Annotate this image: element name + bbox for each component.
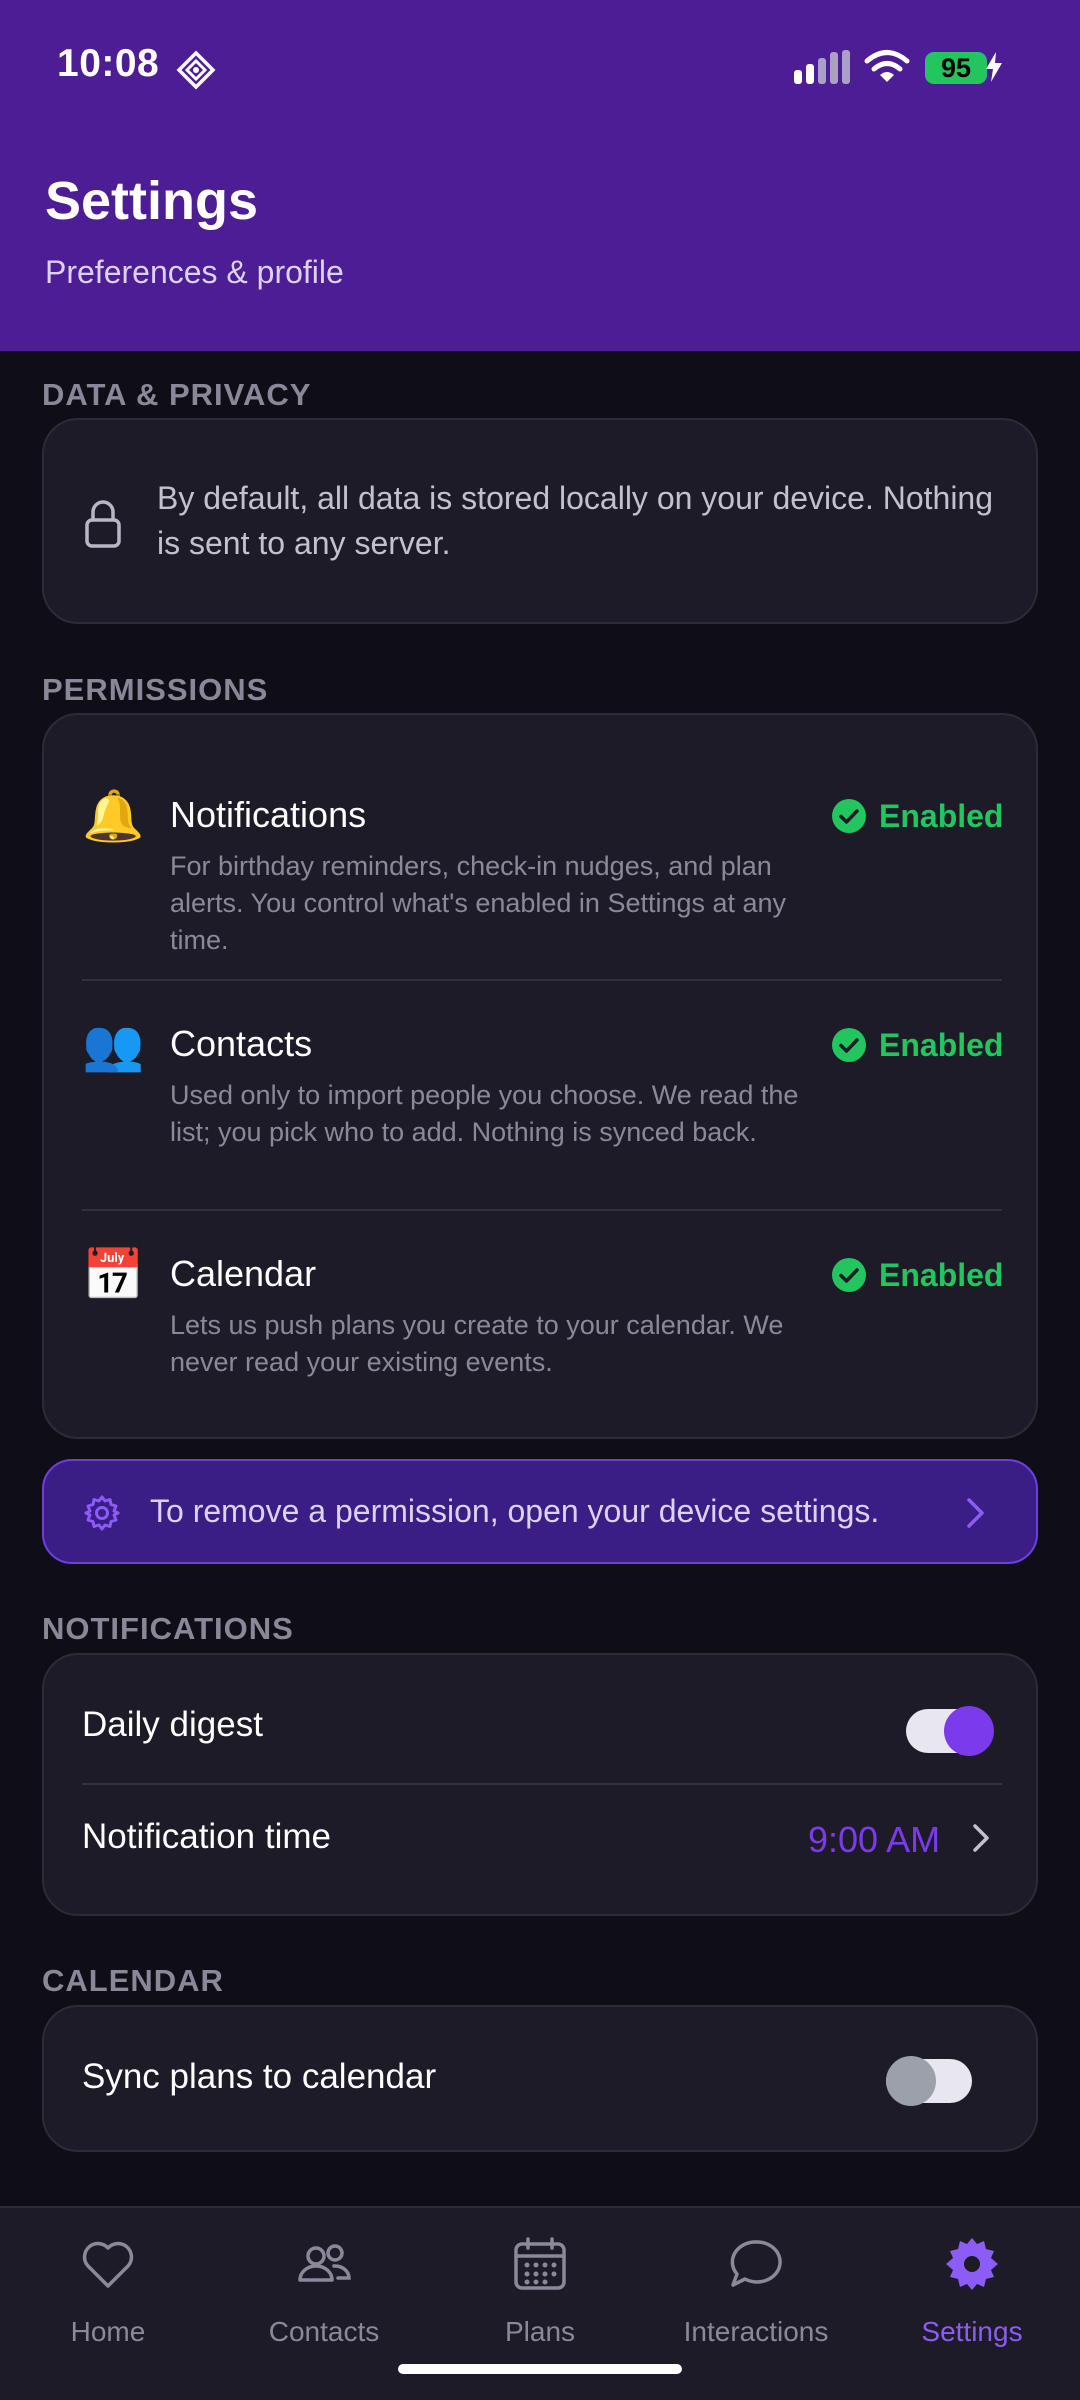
section-label-notifications: NOTIFICATIONS: [42, 1611, 294, 1646]
section-label-calendar: CALENDAR: [42, 1963, 224, 1998]
privacy-text: By default, all data is stored locally o…: [157, 480, 994, 561]
app-status-icon: [176, 50, 216, 90]
check-circle-icon: [832, 1258, 866, 1292]
check-circle-icon: [832, 799, 866, 833]
tab-label: Interactions: [683, 2316, 829, 2347]
permissions-card: 🔔 Notifications For birthday reminders, …: [42, 713, 1038, 1439]
header: 10:08 95 Settings Preferences & profile: [0, 0, 1080, 351]
tab-label: Contacts: [268, 2316, 380, 2347]
calendar-card: Sync plans to calendar: [42, 2005, 1038, 2152]
permission-description: Lets us push plans you create to your ca…: [170, 1310, 784, 1377]
heart-icon: [82, 2241, 134, 2288]
section-label-permissions: PERMISSIONS: [42, 672, 269, 707]
daily-digest-label: Daily digest: [82, 1705, 263, 1744]
people-icon: 👥: [82, 1017, 145, 1073]
divider: [82, 1209, 1002, 1211]
status-enabled-text: Enabled: [879, 1256, 1004, 1293]
sync-plans-label: Sync plans to calendar: [82, 2057, 437, 2096]
tab-contacts[interactable]: Contacts: [216, 2208, 432, 2378]
permission-title: Contacts: [170, 1023, 313, 1064]
tab-settings[interactable]: Settings: [864, 2208, 1080, 2378]
banner-text: To remove a permission, open your device…: [150, 1493, 880, 1529]
permission-description: Used only to import people you choose. W…: [170, 1080, 799, 1147]
battery-indicator: 95: [925, 52, 987, 84]
gear-icon: [84, 1495, 120, 1531]
chevron-right-icon: [973, 1824, 989, 1852]
tab-interactions[interactable]: Interactions: [648, 2208, 864, 2378]
tab-home[interactable]: Home: [0, 2208, 216, 2378]
permission-row-contacts: 👥 Contacts Used only to import people yo…: [44, 1017, 1040, 1167]
lock-icon: [85, 500, 121, 548]
privacy-card: By default, all data is stored locally o…: [42, 418, 1038, 624]
status-enabled-text: Enabled: [879, 797, 1004, 834]
notification-time-value: 9:00 AM: [808, 1819, 941, 1860]
wifi-icon: [864, 50, 910, 82]
gear-icon: [946, 2238, 998, 2290]
signal-icon: [794, 50, 850, 84]
tab-label: Home: [70, 2316, 146, 2347]
permission-status: Enabled: [832, 1255, 1003, 1295]
notification-time-row[interactable]: 9:00 AM: [44, 1763, 1040, 1918]
permission-title: Calendar: [170, 1253, 317, 1294]
divider: [82, 979, 1002, 981]
people-icon: [298, 2244, 351, 2282]
chevron-right-icon: [967, 1498, 984, 1528]
tab-label: Settings: [921, 2316, 1023, 2347]
charging-icon: [986, 52, 1002, 82]
page-subtitle: Preferences & profile: [45, 254, 344, 290]
status-time: 10:08: [57, 42, 160, 85]
home-indicator[interactable]: [398, 2364, 682, 2374]
toggle-knob: [886, 2056, 936, 2106]
tab-label: Plans: [504, 2316, 576, 2347]
notifications-card: Daily digest Notification time 9:00 AM: [42, 1653, 1038, 1916]
permission-row-notifications: 🔔 Notifications For birthday reminders, …: [44, 788, 1040, 955]
permission-description: For birthday reminders, check-in nudges,…: [170, 851, 787, 955]
permission-title: Notifications: [170, 794, 367, 835]
status-enabled-text: Enabled: [879, 1026, 1004, 1063]
sync-plans-toggle[interactable]: [886, 2056, 972, 2106]
check-circle-icon: [832, 1028, 866, 1062]
tab-plans[interactable]: Plans: [432, 2208, 648, 2378]
permission-status: Enabled: [832, 1025, 1003, 1065]
page-title: Settings: [45, 171, 259, 231]
bell-icon: 🔔: [82, 788, 145, 844]
toggle-knob: [944, 1706, 994, 1756]
calendar-icon: [514, 2237, 566, 2290]
permission-status: Enabled: [832, 796, 1003, 836]
open-device-settings-banner[interactable]: To remove a permission, open your device…: [42, 1459, 1038, 1564]
chat-bubble-icon: [730, 2240, 782, 2287]
permission-row-calendar: 📅 Calendar Lets us push plans you create…: [44, 1247, 1040, 1377]
daily-digest-toggle[interactable]: [906, 1706, 994, 1756]
status-bar: 10:08 95: [0, 0, 1080, 140]
section-label-data-privacy: DATA & PRIVACY: [42, 377, 312, 412]
calendar-icon: 📅: [82, 1247, 145, 1303]
